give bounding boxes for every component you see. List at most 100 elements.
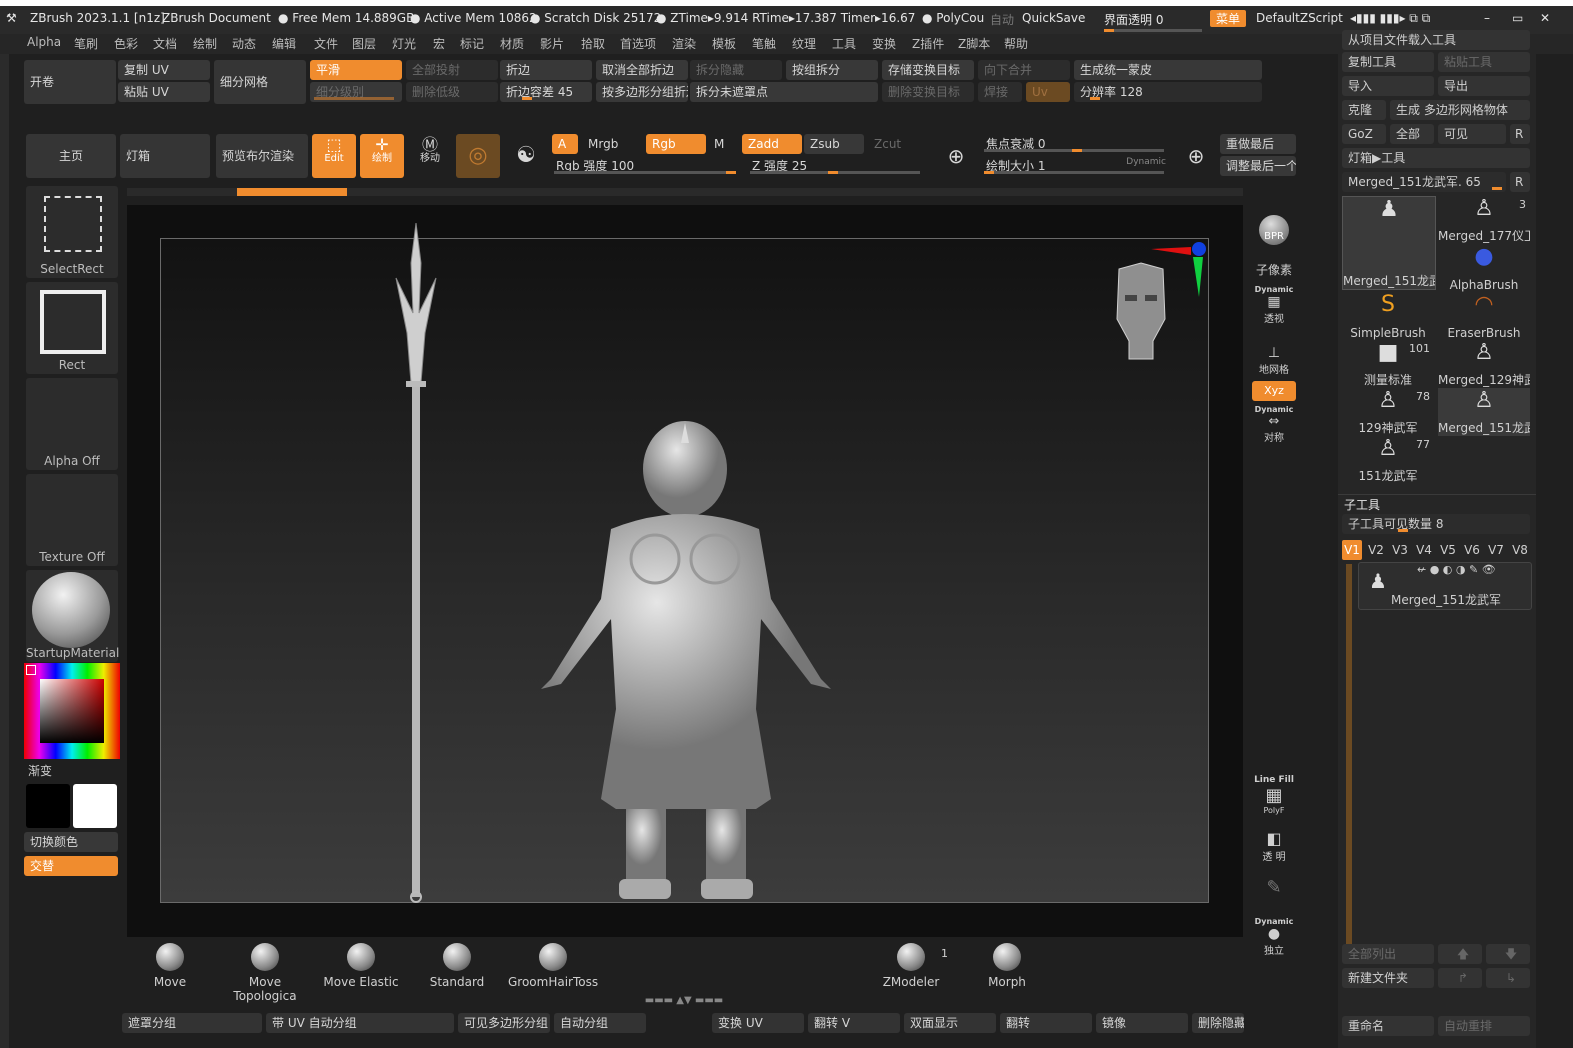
tool-thumb[interactable]: ■ 测量标准 101 [1342,340,1434,388]
smooth-toggle[interactable]: 平滑 [310,60,402,80]
viewport-scroll-thumb[interactable] [237,188,347,196]
make-polymesh-button[interactable]: 生成 多边形网格物体 [1390,100,1530,120]
store-morph-button[interactable]: 存储变换目标 [882,60,974,80]
mask-group-button[interactable]: 遮罩分组 [122,1013,262,1033]
zsub-toggle[interactable]: Zsub [804,134,864,154]
current-tool-slider[interactable]: Merged_151龙武军. 65 [1342,172,1506,192]
zcut-toggle[interactable]: Zcut [868,134,928,154]
auto-group-button[interactable]: 自动分组 [554,1013,646,1033]
merge-down-button[interactable]: 向下合并 [978,60,1070,80]
menu-item-24[interactable]: 帮助 [1004,35,1028,52]
menu-item-11[interactable]: 标记 [460,35,484,52]
current-tool-r-button[interactable]: R [1510,172,1530,192]
spear-model[interactable] [381,223,451,903]
subtool-visible-count-slider[interactable]: 子工具可见数量 8 [1342,514,1530,534]
uv-button[interactable]: Uv [1026,82,1070,102]
ghost-icon[interactable]: ✎ [1252,877,1296,898]
floor-grid-button[interactable]: ⊥ 地网格 [1252,345,1296,376]
draw-mode-button[interactable]: ✛ 绘制 [360,134,404,178]
tool-thumb[interactable]: ♙ Merged_177仪卫 3 [1438,196,1530,244]
menu-item-13[interactable]: 影片 [540,35,564,52]
delete-lower-button[interactable]: 删除低级 [406,82,498,102]
vtab-v5[interactable]: V5 [1438,540,1458,560]
open-button[interactable]: 开卷 [24,60,116,104]
subtool-item[interactable]: ♟ ↚ ● ◐ ◑ ✎ 👁 Merged_151龙武军 [1358,562,1532,610]
tool-thumb[interactable]: ♙ 129神武军 78 [1342,388,1434,436]
vtab-v8[interactable]: V8 [1510,540,1530,560]
quicksave-button[interactable]: QuickSave [1022,11,1085,25]
move-down-icon[interactable]: 🡇 [1486,944,1530,964]
lightbox-button[interactable]: 灯箱 [120,134,210,178]
solo-button[interactable]: Dynamic ● 独立 [1252,917,1296,957]
copy-uv-button[interactable]: 复制 UV [118,60,210,80]
menu-item-8[interactable]: 图层 [352,35,376,52]
subtool-title[interactable]: 子工具 [1344,496,1380,513]
change-uv-button[interactable]: 变换 UV [712,1013,804,1033]
visible-polygroup-button[interactable]: 可见多边形分组 [458,1013,550,1033]
shelf-collapse-handle[interactable]: ▬▬▬ ▲▼ ▬▬▬ [620,996,748,1006]
draw-size-slider[interactable]: 绘制大小 1 Dynamic [980,156,1170,176]
crease-tolerance-slider[interactable]: 折边容差 45 [500,82,592,102]
bpr-preview-button[interactable]: 预览布尔渲染 [216,134,308,178]
gradient-label[interactable]: 渐变 [28,762,52,779]
menu-item-7[interactable]: 文件 [314,35,338,52]
load-from-project-button[interactable]: 从项目文件载入工具 [1342,30,1530,50]
rename-button[interactable]: 重命名 [1342,1016,1434,1036]
vtab-v3[interactable]: V3 [1390,540,1410,560]
menu-item-4[interactable]: 绘制 [193,35,217,52]
vtab-v2[interactable]: V2 [1366,540,1386,560]
arrow-right-down-icon[interactable]: ↳ [1486,968,1530,988]
document-canvas[interactable] [160,223,1211,903]
color-square[interactable] [40,679,104,743]
move-mode-button[interactable]: Ⓜ 移动 [408,134,452,178]
menu-item-21[interactable]: 变换 [872,35,896,52]
stroke-s-icon[interactable]: ⊕ [936,134,976,178]
menu-item-3[interactable]: 文档 [153,35,177,52]
rotate-mode-icon[interactable]: ☯ [504,134,548,178]
viewport-scrollbar[interactable] [127,188,1243,196]
paste-uv-button[interactable]: 粘贴 UV [118,82,210,102]
shelf-brush[interactable]: ZModeler 1 [866,943,956,993]
secondary-color-swatch[interactable] [73,784,117,828]
switch-color-button[interactable]: 切换颜色 [24,832,118,852]
menu-item-2[interactable]: 色彩 [114,35,138,52]
z-intensity-slider[interactable]: Z 强度 25 [746,156,926,176]
minimize-icon[interactable]: – [1484,11,1490,25]
subdiv-level-slider[interactable]: 细分级别 [310,82,402,102]
close-icon[interactable]: ✕ [1540,11,1550,25]
paste-tool-button[interactable]: 粘贴工具 [1438,52,1530,72]
auto-reorder-button[interactable]: 自动重排 [1438,1016,1530,1036]
tool-thumb[interactable]: ♙ Merged_151龙武 [1438,388,1530,436]
mrgb-toggle[interactable]: Mrgb [582,134,642,154]
perspective-button[interactable]: Dynamic ▦ 透视 [1252,285,1296,325]
subdivide-button[interactable]: 细分网格 [214,60,306,104]
menu-item-10[interactable]: 宏 [433,35,445,52]
delete-morph-button[interactable]: 删除变换目标 [882,82,974,102]
ui-transparency-slider[interactable]: 界面透明 0 [1104,11,1202,32]
shelf-brush[interactable]: Morph [962,943,1052,993]
transparency-button[interactable]: ◧ 透 明 [1252,829,1296,863]
unified-skin-button[interactable]: 生成统一蒙皮 [1074,60,1262,80]
focal-shift-slider[interactable]: 焦点衰减 0 [980,134,1170,154]
primary-color-swatch[interactable] [26,784,70,828]
material-tile[interactable]: StartupMaterial [26,570,119,662]
panel-toggle-icon[interactable]: ◂▮▮▮ ▮▮▮▸ ⧉ ⧉ [1350,11,1430,26]
menu-item-9[interactable]: 灯光 [392,35,416,52]
goz-button[interactable]: GoZ [1342,124,1386,144]
rgb-intensity-slider[interactable]: Rgb 强度 100 [550,156,740,176]
clone-button[interactable]: 克隆 [1342,100,1386,120]
symmetry-button[interactable]: Dynamic ⇔ 对称 [1252,405,1296,444]
shelf-brush[interactable]: Move Elastic [316,943,406,993]
color-picker[interactable] [24,663,120,759]
default-zscript[interactable]: DefaultZScript [1256,11,1343,25]
split-hidden-button[interactable]: 拆分隐藏 [690,60,782,80]
menu-item-23[interactable]: Z脚本 [958,35,990,52]
menu-item-0[interactable]: Alpha [27,35,61,49]
menu-item-15[interactable]: 首选项 [620,35,656,52]
menu-item-6[interactable]: 编辑 [272,35,296,52]
split-unmasked-button[interactable]: 拆分未遮罩点 [690,82,878,102]
vtab-v7[interactable]: V7 [1486,540,1506,560]
axis-gizmo-icon[interactable] [1151,239,1211,309]
resolution-slider[interactable]: 分辨率 128 [1074,82,1262,102]
shelf-brush[interactable]: Move Topologica [220,943,310,1003]
